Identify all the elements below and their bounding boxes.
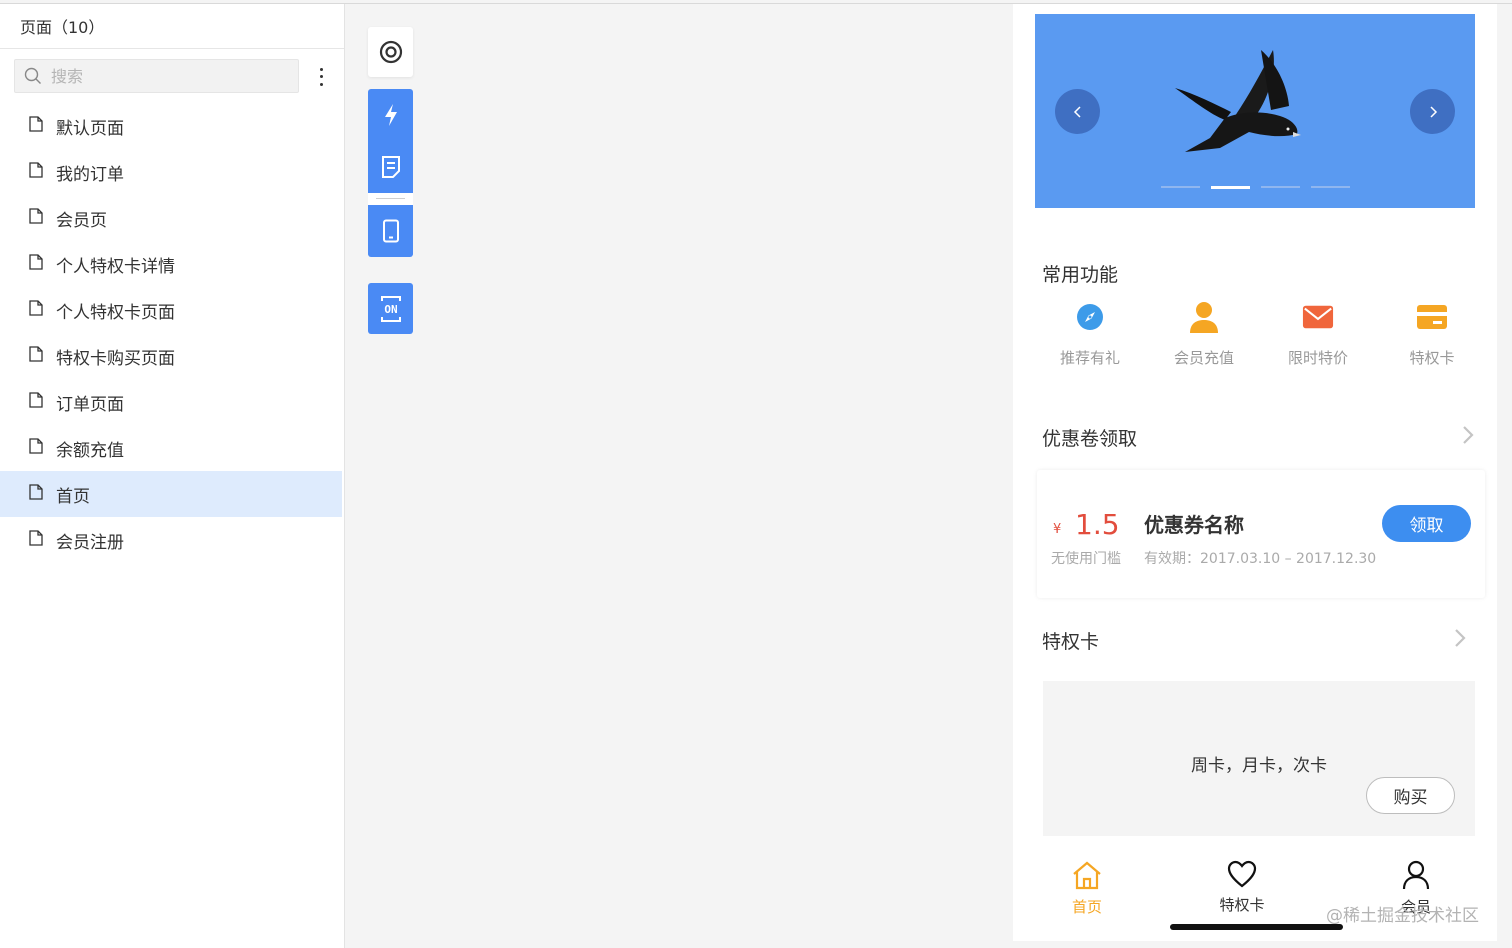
privilege-card-box: 周卡，月卡，次卡 购买	[1043, 681, 1475, 836]
compass-icon	[1074, 301, 1106, 333]
carousel-next-button[interactable]	[1410, 89, 1455, 134]
svg-text:ON: ON	[384, 303, 397, 316]
page-item-label: 默认页面	[56, 118, 124, 139]
coupon-threshold: 无使用门槛	[1051, 551, 1121, 567]
page-item-card-page[interactable]: 个人特权卡页面	[0, 287, 342, 333]
more-vertical-icon[interactable]	[314, 66, 328, 88]
page-item-member[interactable]: 会员页	[0, 195, 342, 241]
search-box[interactable]	[14, 59, 299, 93]
document-icon	[29, 438, 43, 454]
json-icon: ON	[380, 295, 401, 322]
carousel-indicators	[1161, 186, 1350, 189]
chevron-left-icon	[1073, 105, 1081, 118]
page-item-label: 订单页面	[56, 394, 124, 415]
document-icon	[29, 346, 43, 362]
page-item-label: 个人特权卡页面	[56, 302, 175, 323]
page-item-member-register[interactable]: 会员注册	[0, 517, 342, 563]
panel-title: 页面（10）	[0, 4, 344, 49]
preview-scrollbar[interactable]	[1497, 4, 1512, 948]
carousel-dot[interactable]	[1161, 186, 1200, 188]
page-item-card-purchase[interactable]: 特权卡购买页面	[0, 333, 342, 379]
document-icon	[381, 156, 400, 178]
person-icon	[1402, 860, 1430, 890]
watermark: @稀土掘金技术社区	[1326, 906, 1479, 926]
toolbar-group	[368, 89, 413, 257]
page-item-label: 首页	[56, 486, 90, 507]
search-input[interactable]	[51, 64, 291, 88]
chevron-right-icon	[1429, 105, 1437, 118]
user-icon	[1188, 301, 1220, 333]
buy-button[interactable]: 购买	[1366, 777, 1455, 814]
page-item-label: 特权卡购买页面	[56, 348, 175, 369]
search-icon	[24, 67, 41, 84]
coupon-validity: 有效期：2017.03.10 – 2017.12.30	[1144, 551, 1377, 567]
lightning-button[interactable]	[368, 89, 413, 141]
common-functions: 推荐有礼 会员充值 限时特价 特权卡	[1033, 301, 1489, 368]
tab-privilege-card[interactable]: 特权卡	[1197, 860, 1287, 915]
phone-preview: 常用功能 推荐有礼 会员充值 限时特价 特权卡 优惠卷领取 ¥ 1.5 优惠券名…	[1013, 4, 1497, 941]
page-list-panel: 页面（10） 默认页面 我的订单 会员页 个人特权卡详情 个人特权卡页面	[0, 4, 345, 948]
page-item-label: 余额充值	[56, 440, 124, 461]
document-icon	[29, 254, 43, 270]
mail-icon	[1302, 301, 1334, 333]
document-icon	[29, 484, 43, 500]
page-item-label: 个人特权卡详情	[56, 256, 175, 277]
tab-home[interactable]: 首页	[1042, 860, 1132, 917]
page-list: 默认页面 我的订单 会员页 个人特权卡详情 个人特权卡页面 特权卡购买页面 订单…	[0, 103, 342, 563]
carousel-dot[interactable]	[1311, 186, 1350, 188]
chevron-right-icon[interactable]	[1462, 425, 1474, 445]
func-recommend[interactable]: 推荐有礼	[1033, 301, 1147, 368]
carousel-dot-active[interactable]	[1211, 186, 1250, 189]
home-indicator	[1170, 924, 1343, 930]
eagle-image	[1175, 50, 1301, 152]
target-button[interactable]	[368, 27, 413, 77]
heart-icon	[1227, 860, 1257, 888]
page-item-card-detail[interactable]: 个人特权卡详情	[0, 241, 342, 287]
page-item-label: 我的订单	[56, 164, 124, 185]
json-button[interactable]: ON	[368, 283, 413, 334]
carousel-prev-button[interactable]	[1055, 89, 1100, 134]
func-flash-sale[interactable]: 限时特价	[1261, 301, 1375, 368]
phone-button[interactable]	[368, 205, 413, 257]
coupon-currency: ¥	[1053, 522, 1062, 537]
page-item-balance-topup[interactable]: 余额充值	[0, 425, 342, 471]
document-icon	[29, 116, 43, 132]
document-icon	[29, 162, 43, 178]
document-button[interactable]	[368, 141, 413, 193]
page-item-label: 会员页	[56, 210, 107, 231]
func-member-topup[interactable]: 会员充值	[1147, 301, 1261, 368]
carousel-dot[interactable]	[1261, 186, 1300, 188]
common-functions-title: 常用功能	[1042, 264, 1119, 286]
home-icon	[1073, 861, 1101, 890]
page-item-label: 会员注册	[56, 532, 124, 553]
coupon-amount: 1.5	[1075, 508, 1120, 541]
claim-coupon-button[interactable]: 领取	[1382, 505, 1471, 542]
phone-icon	[382, 219, 399, 243]
func-privilege-card[interactable]: 特权卡	[1375, 301, 1489, 368]
document-icon	[29, 392, 43, 408]
chevron-right-icon[interactable]	[1454, 628, 1466, 648]
banner-carousel[interactable]	[1035, 14, 1475, 208]
page-item-my-orders[interactable]: 我的订单	[0, 149, 342, 195]
document-icon	[29, 530, 43, 546]
document-icon	[29, 208, 43, 224]
card-types: 周卡，月卡，次卡	[1191, 756, 1327, 776]
coupon-section-title: 优惠卷领取	[1042, 428, 1138, 450]
card-icon	[1416, 301, 1448, 333]
coupon-card: ¥ 1.5 优惠券名称 无使用门槛 有效期：2017.03.10 – 2017.…	[1037, 470, 1485, 598]
page-item-default[interactable]: 默认页面	[0, 103, 342, 149]
page-item-orders[interactable]: 订单页面	[0, 379, 342, 425]
document-icon	[29, 300, 43, 316]
toolbar-separator	[368, 193, 413, 205]
target-icon	[379, 40, 402, 64]
privilege-card-title: 特权卡	[1042, 631, 1100, 653]
coupon-name: 优惠券名称	[1144, 513, 1244, 537]
page-item-home[interactable]: 首页	[0, 471, 342, 517]
lightning-icon	[384, 104, 397, 126]
